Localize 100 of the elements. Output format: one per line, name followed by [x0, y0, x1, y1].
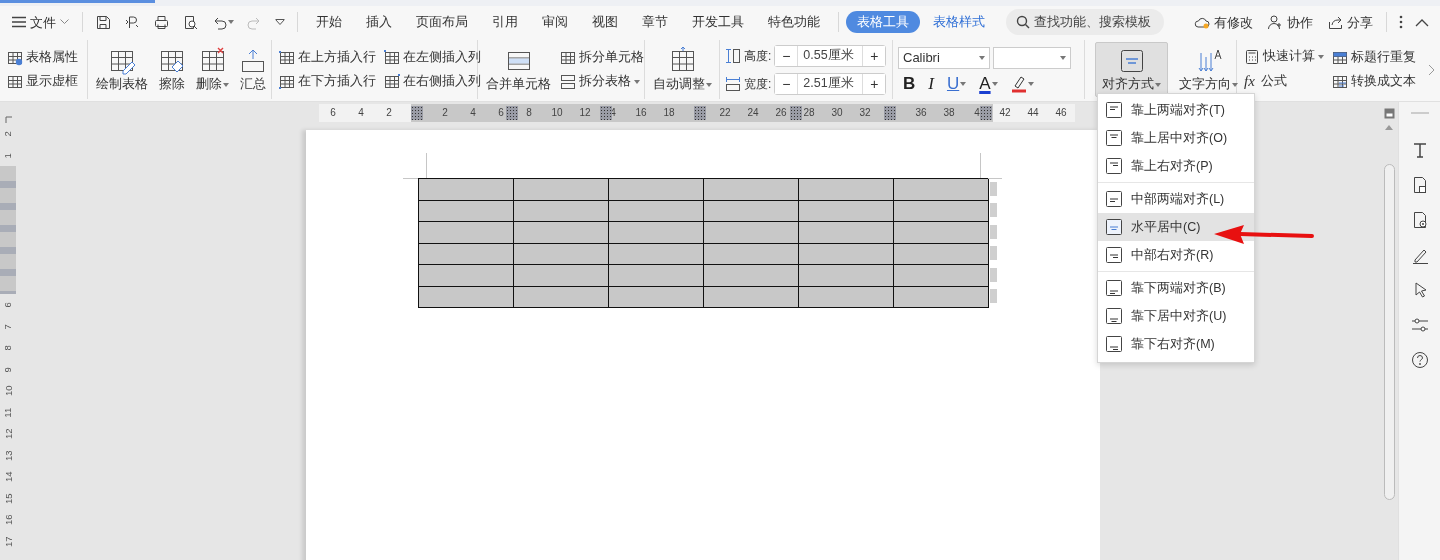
- table-cell[interactable]: [418, 286, 514, 308]
- tab[interactable]: 引用: [481, 10, 529, 34]
- ruler-number: 9: [0, 366, 14, 372]
- menu-item[interactable]: 靠下右对齐(M): [1098, 330, 1254, 358]
- toolbar-button[interactable]: 擦除: [155, 45, 189, 94]
- export-icon[interactable]: [124, 13, 141, 31]
- tab[interactable]: 开始: [305, 10, 353, 34]
- row-handle[interactable]: [990, 181, 997, 196]
- toolbar-button[interactable]: 在右侧插入列: [382, 72, 483, 91]
- toolbar-button[interactable]: 删除: [193, 45, 232, 94]
- tab[interactable]: 插入: [355, 10, 403, 34]
- alignment-icon: [1106, 247, 1122, 263]
- toolbar-button[interactable]: A: [974, 75, 1003, 92]
- toolbar-button[interactable]: 表格属性: [5, 48, 80, 67]
- tab[interactable]: 视图: [581, 10, 629, 34]
- table-cell[interactable]: [418, 200, 514, 222]
- table-cell[interactable]: [513, 178, 609, 200]
- toolbar-button[interactable]: 拆分单元格: [558, 48, 646, 67]
- menu-item[interactable]: 靠上右对齐(P): [1098, 152, 1254, 180]
- toolbar-button[interactable]: 协作: [1261, 11, 1319, 33]
- ruler-marker[interactable]: [411, 106, 423, 120]
- menu-item[interactable]: 靠上居中对齐(O): [1098, 124, 1254, 152]
- help-icon[interactable]: [1409, 350, 1430, 370]
- save-icon[interactable]: [95, 13, 112, 31]
- row-handle[interactable]: [990, 267, 997, 282]
- more-icon[interactable]: [1399, 14, 1403, 30]
- menu-item[interactable]: 中部右对齐(R): [1098, 241, 1254, 269]
- row-handle[interactable]: [990, 203, 997, 217]
- toolbar-button[interactable]: 绘制表格: [93, 45, 151, 94]
- tab[interactable]: 页面布局: [405, 10, 479, 34]
- number-field[interactable]: − 2.51厘米 +: [774, 72, 887, 95]
- table-cell[interactable]: [418, 221, 514, 243]
- toolbar-button[interactable]: 合并单元格: [483, 45, 554, 94]
- print-icon[interactable]: [153, 13, 170, 31]
- tab[interactable]: 章节: [631, 10, 679, 34]
- table-cell[interactable]: [608, 178, 704, 200]
- table-cell[interactable]: [703, 178, 799, 200]
- table-cell[interactable]: [893, 178, 989, 200]
- ruler-number: 2: [386, 107, 392, 118]
- menu-item[interactable]: 靠下居中对齐(U): [1098, 302, 1254, 330]
- table-properties-icon: [7, 49, 23, 66]
- print-preview-icon[interactable]: [182, 13, 199, 31]
- toolbar-button[interactable]: 显示虚框: [5, 72, 80, 91]
- toolbar-button[interactable]: 自动调整: [650, 45, 715, 94]
- sliders-icon[interactable]: [1409, 315, 1430, 335]
- tab[interactable]: 表格样式: [922, 10, 996, 34]
- ruler-number: 22: [719, 107, 731, 118]
- ruler-marker[interactable]: [884, 106, 896, 120]
- ruler-marker[interactable]: [980, 106, 992, 120]
- tab[interactable]: 审阅: [531, 10, 579, 34]
- field-label: 高度:: [744, 47, 772, 65]
- tab-stop-icon: [4, 116, 12, 123]
- menu-item[interactable]: 中部两端对齐(L): [1098, 185, 1254, 213]
- toolbar-button[interactable]: 标题行重复: [1330, 48, 1418, 67]
- toolbar-button[interactable]: fx 公式: [1242, 72, 1326, 91]
- menu-item[interactable]: 靠上两端对齐(T): [1098, 96, 1254, 124]
- table-cell[interactable]: [798, 178, 894, 200]
- toolbar-button[interactable]: 有修改: [1188, 11, 1259, 33]
- column-width-icon: [725, 75, 741, 92]
- row-handle[interactable]: [990, 246, 997, 260]
- scrollbar-thumb[interactable]: [1383, 164, 1395, 500]
- chevron-right-icon[interactable]: [1428, 63, 1435, 76]
- menu-item[interactable]: 水平居中(C): [1098, 213, 1254, 241]
- ruler-marker[interactable]: [506, 106, 518, 120]
- ruler-number: 4: [974, 107, 980, 118]
- split-cells-icon: [560, 49, 576, 66]
- toolbar-button[interactable]: I: [923, 75, 939, 92]
- tab[interactable]: 开发工具: [681, 10, 755, 34]
- toolbar-button[interactable]: 文字方向: [1176, 45, 1241, 94]
- chevron-down-icon[interactable]: [275, 18, 285, 26]
- insert-column-icon: [384, 73, 400, 90]
- toolbar-button[interactable]: 对齐方式: [1095, 42, 1168, 97]
- row-handle[interactable]: [990, 289, 997, 303]
- row-handle[interactable]: [990, 224, 997, 239]
- toolbar-button[interactable]: 在左侧插入列: [382, 48, 483, 67]
- chevron-up-icon[interactable]: [1415, 17, 1429, 27]
- table-cell[interactable]: [418, 264, 514, 286]
- font-family-select[interactable]: Calibri: [898, 46, 990, 69]
- toolbar-button[interactable]: B: [898, 75, 921, 92]
- table-cell[interactable]: [418, 243, 514, 265]
- toolbar-button[interactable]: 分享: [1321, 11, 1379, 33]
- tab[interactable]: 特色功能: [757, 10, 831, 34]
- menu-item[interactable]: 靠下两端对齐(B): [1098, 274, 1254, 302]
- toolbar-button[interactable]: 拆分表格: [558, 72, 646, 91]
- ruler-marker[interactable]: [694, 106, 706, 120]
- toolbar-button[interactable]: 在下方插入行: [277, 72, 378, 91]
- toolbar-button[interactable]: U: [941, 75, 972, 92]
- toolbar-button[interactable]: 转换成文本: [1330, 72, 1418, 91]
- toolbar-button[interactable]: 在上方插入行: [277, 48, 378, 67]
- toolbar-button[interactable]: 汇总: [236, 45, 270, 94]
- caret-icon: [228, 20, 234, 24]
- table-cell[interactable]: [418, 178, 514, 200]
- split-view-icon[interactable]: [1383, 108, 1395, 119]
- ruler-marker[interactable]: [790, 106, 802, 120]
- number-field[interactable]: − 0.55厘米 +: [774, 44, 887, 67]
- file-menu-button[interactable]: 文件: [6, 12, 75, 32]
- ruler-marker[interactable]: [600, 106, 612, 120]
- toolbar-button[interactable]: 快速计算: [1242, 48, 1326, 67]
- add-person-icon: [1267, 14, 1283, 30]
- search-field[interactable]: 查找功能、搜索模板: [1006, 9, 1164, 35]
